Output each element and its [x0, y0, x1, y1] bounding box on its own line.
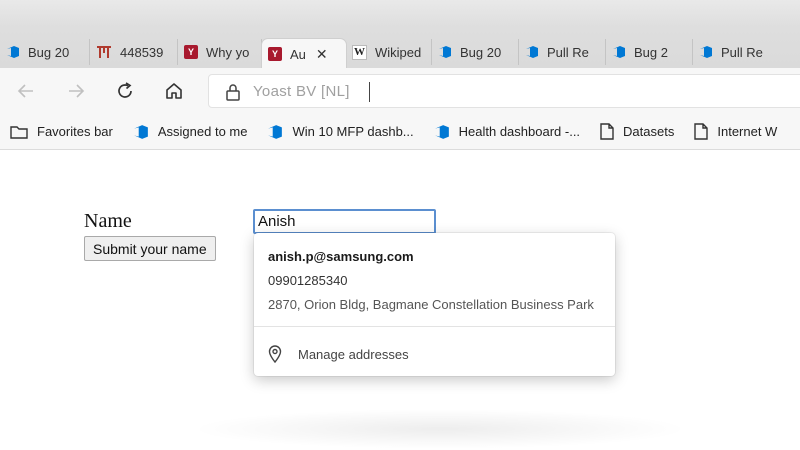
autofill-dropdown: anish.p@samsung.com 09901285340 2870, Or… — [254, 233, 615, 376]
document-icon — [600, 123, 614, 140]
manage-addresses-label: Manage addresses — [298, 346, 409, 362]
favorite-datasets[interactable]: Datasets — [600, 123, 674, 140]
site-identity-text: Yoast BV [NL] — [253, 83, 350, 100]
refresh-icon — [118, 82, 132, 98]
text-caret — [369, 82, 370, 102]
azure-devops-icon — [133, 124, 149, 140]
navigation-bar: Yoast BV [NL] — [0, 68, 800, 114]
favorite-label: Health dashboard -... — [458, 124, 581, 139]
azure-devops-icon — [438, 45, 452, 59]
tab-label: Au — [290, 46, 306, 62]
tab-448539[interactable]: 448539 — [90, 39, 178, 65]
autofill-suggestion-email[interactable]: anish.p@samsung.com — [268, 249, 414, 264]
favorite-label: Datasets — [623, 124, 675, 139]
favorites-bar-folder[interactable]: Favorites bar — [10, 124, 113, 139]
favorites-bar: Favorites bar Assigned to me Win 10 MFP … — [0, 114, 800, 150]
red-y-icon: Y — [268, 47, 282, 61]
favorite-label: Win 10 MFP dashb... — [292, 124, 414, 139]
page-content: Name Submit your name anish.p@samsung.co… — [0, 151, 800, 450]
favorite-internet[interactable]: Internet W — [694, 123, 777, 140]
tab-label: Pull Re — [547, 44, 589, 60]
tab-label: Why yo — [206, 44, 250, 60]
tab-bug-3[interactable]: Bug 2 — [606, 39, 693, 65]
tab-label: Bug 20 — [460, 44, 502, 60]
tab-label: 448539 — [120, 44, 164, 60]
tab-active[interactable]: Y Au ✕ — [262, 39, 346, 69]
close-icon[interactable]: ✕ — [316, 46, 328, 63]
favorite-label: Internet W — [717, 124, 778, 139]
shadow-artifact — [190, 409, 690, 449]
autofill-suggestion-phone[interactable]: 09901285340 — [268, 273, 348, 288]
manage-addresses-button[interactable]: Manage addresses — [268, 345, 409, 363]
tab-bug-1[interactable]: Bug 20 — [0, 39, 90, 65]
autofill-divider — [254, 326, 615, 327]
home-button[interactable] — [162, 79, 186, 103]
red-y-icon: Y — [184, 45, 198, 59]
submit-name-button[interactable]: Submit your name — [84, 236, 216, 261]
lock-icon — [225, 83, 241, 104]
address-bar[interactable]: Yoast BV [NL] — [208, 74, 800, 108]
forward-button[interactable] — [64, 79, 88, 103]
autofill-suggestion-address[interactable]: 2870, Orion Bldg, Bagmane Constellation … — [268, 297, 602, 312]
tab-label: Bug 20 — [28, 44, 70, 60]
tab-strip: Bug 20 448539 Y Why yo Y Au ✕ W Wikiped … — [0, 0, 800, 69]
wikipedia-icon: W — [352, 44, 367, 60]
name-input[interactable] — [253, 209, 436, 234]
gate-icon — [96, 45, 112, 59]
favorite-label: Assigned to me — [157, 124, 248, 139]
refresh-button[interactable] — [113, 79, 137, 103]
azure-devops-icon — [612, 45, 626, 59]
document-icon — [694, 123, 709, 140]
forward-arrow-icon — [69, 84, 85, 98]
tab-label: Bug 2 — [634, 44, 668, 60]
azure-devops-icon — [267, 124, 283, 140]
name-label: Name — [84, 210, 132, 232]
folder-icon — [10, 125, 28, 139]
location-pin-icon — [268, 345, 282, 363]
tab-row: Bug 20 448539 Y Why yo Y Au ✕ W Wikiped … — [0, 37, 800, 69]
tab-label: Wikiped — [375, 44, 422, 60]
back-arrow-icon — [17, 84, 33, 98]
tab-pull-request-2[interactable]: Pull Re — [693, 39, 778, 65]
azure-devops-icon — [6, 45, 20, 59]
tab-pull-request-1[interactable]: Pull Re — [519, 39, 606, 65]
azure-devops-icon — [525, 45, 539, 59]
home-icon — [166, 83, 182, 99]
tab-wikipedia[interactable]: W Wikiped — [346, 39, 432, 65]
tab-bug-2[interactable]: Bug 20 — [432, 39, 519, 65]
favorite-label: Favorites bar — [37, 124, 113, 139]
azure-devops-icon — [434, 124, 450, 140]
tab-why[interactable]: Y Why yo — [178, 39, 262, 65]
back-button[interactable] — [14, 79, 38, 103]
tab-label: Pull Re — [721, 44, 763, 60]
favorite-assigned-to-me[interactable]: Assigned to me — [133, 124, 248, 140]
favorite-win10-dashboard[interactable]: Win 10 MFP dashb... — [267, 124, 414, 140]
favorite-health-dashboard[interactable]: Health dashboard -... — [434, 124, 580, 140]
azure-devops-icon — [699, 45, 713, 59]
